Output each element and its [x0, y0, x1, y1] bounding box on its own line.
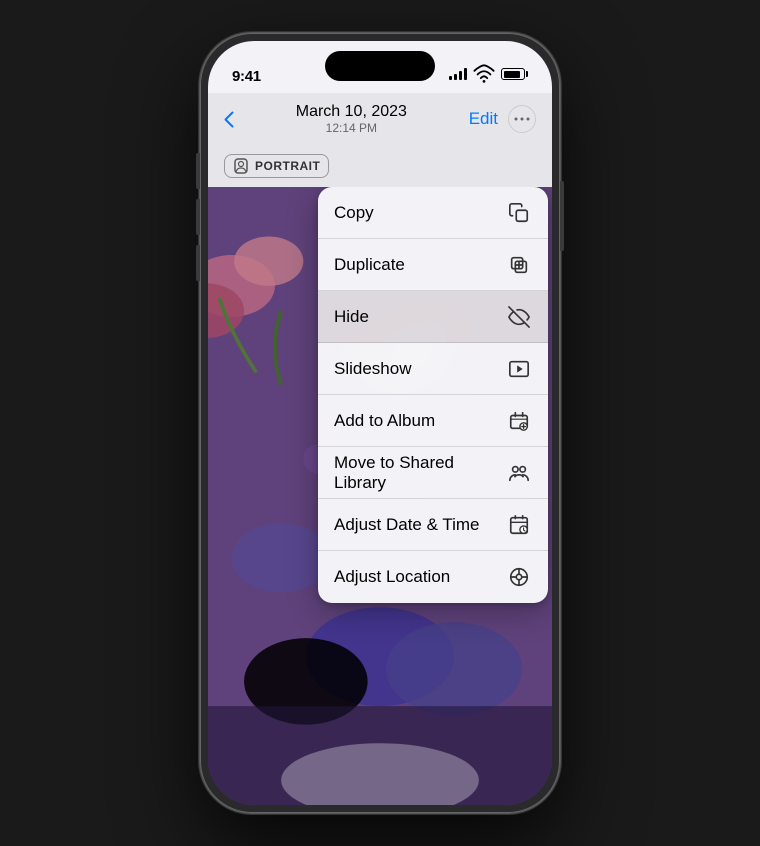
- menu-item-copy[interactable]: Copy: [318, 187, 548, 239]
- nav-subtitle: 12:14 PM: [296, 121, 407, 135]
- battery-icon: [501, 68, 528, 80]
- duplicate-icon: [506, 252, 532, 278]
- slideshow-icon: [506, 356, 532, 382]
- menu-item-duplicate[interactable]: Duplicate: [318, 239, 548, 291]
- menu-label-add-to-album: Add to Album: [334, 411, 435, 431]
- menu-item-adjust-date[interactable]: Adjust Date & Time: [318, 499, 548, 551]
- menu-label-adjust-date: Adjust Date & Time: [334, 515, 480, 535]
- back-button[interactable]: [224, 111, 234, 128]
- nav-center: March 10, 2023 12:14 PM: [296, 103, 407, 135]
- shared-library-icon: [507, 460, 532, 486]
- portrait-label: PORTRAIT: [255, 159, 320, 173]
- menu-item-move-shared[interactable]: Move to Shared Library: [318, 447, 548, 499]
- status-time: 9:41: [232, 68, 261, 85]
- menu-item-adjust-location[interactable]: Adjust Location: [318, 551, 548, 603]
- menu-item-add-to-album[interactable]: Add to Album: [318, 395, 548, 447]
- menu-label-duplicate: Duplicate: [334, 255, 405, 275]
- menu-label-hide: Hide: [334, 307, 369, 327]
- phone-screen: 9:41: [208, 41, 552, 805]
- more-button[interactable]: [508, 105, 536, 133]
- copy-icon: [506, 200, 532, 226]
- phone-device: 9:41: [200, 33, 560, 813]
- photo-bar: PORTRAIT: [208, 145, 552, 187]
- menu-label-adjust-location: Adjust Location: [334, 567, 450, 587]
- edit-button[interactable]: Edit: [469, 109, 498, 129]
- navigation-bar: March 10, 2023 12:14 PM Edit: [208, 93, 552, 145]
- location-icon: [506, 564, 532, 590]
- portrait-icon: [233, 158, 249, 174]
- signal-icon: [449, 68, 467, 80]
- status-bar: 9:41: [208, 41, 552, 93]
- menu-label-move-shared: Move to Shared Library: [334, 453, 507, 493]
- wifi-icon: [473, 63, 495, 85]
- context-menu: Copy Duplicate: [318, 187, 548, 603]
- menu-label-slideshow: Slideshow: [334, 359, 412, 379]
- dynamic-island: [325, 51, 435, 81]
- calendar-icon: [506, 512, 532, 538]
- add-album-icon: [506, 408, 532, 434]
- hide-icon: [506, 304, 532, 330]
- menu-label-copy: Copy: [334, 203, 374, 223]
- menu-item-hide[interactable]: Hide: [318, 291, 548, 343]
- nav-title: March 10, 2023: [296, 103, 407, 121]
- menu-item-slideshow[interactable]: Slideshow: [318, 343, 548, 395]
- context-menu-overlay: Copy Duplicate: [208, 187, 552, 805]
- main-content: Copy Duplicate: [208, 187, 552, 805]
- status-icons: [449, 63, 528, 85]
- portrait-badge: PORTRAIT: [224, 154, 329, 178]
- nav-actions: Edit: [469, 105, 536, 133]
